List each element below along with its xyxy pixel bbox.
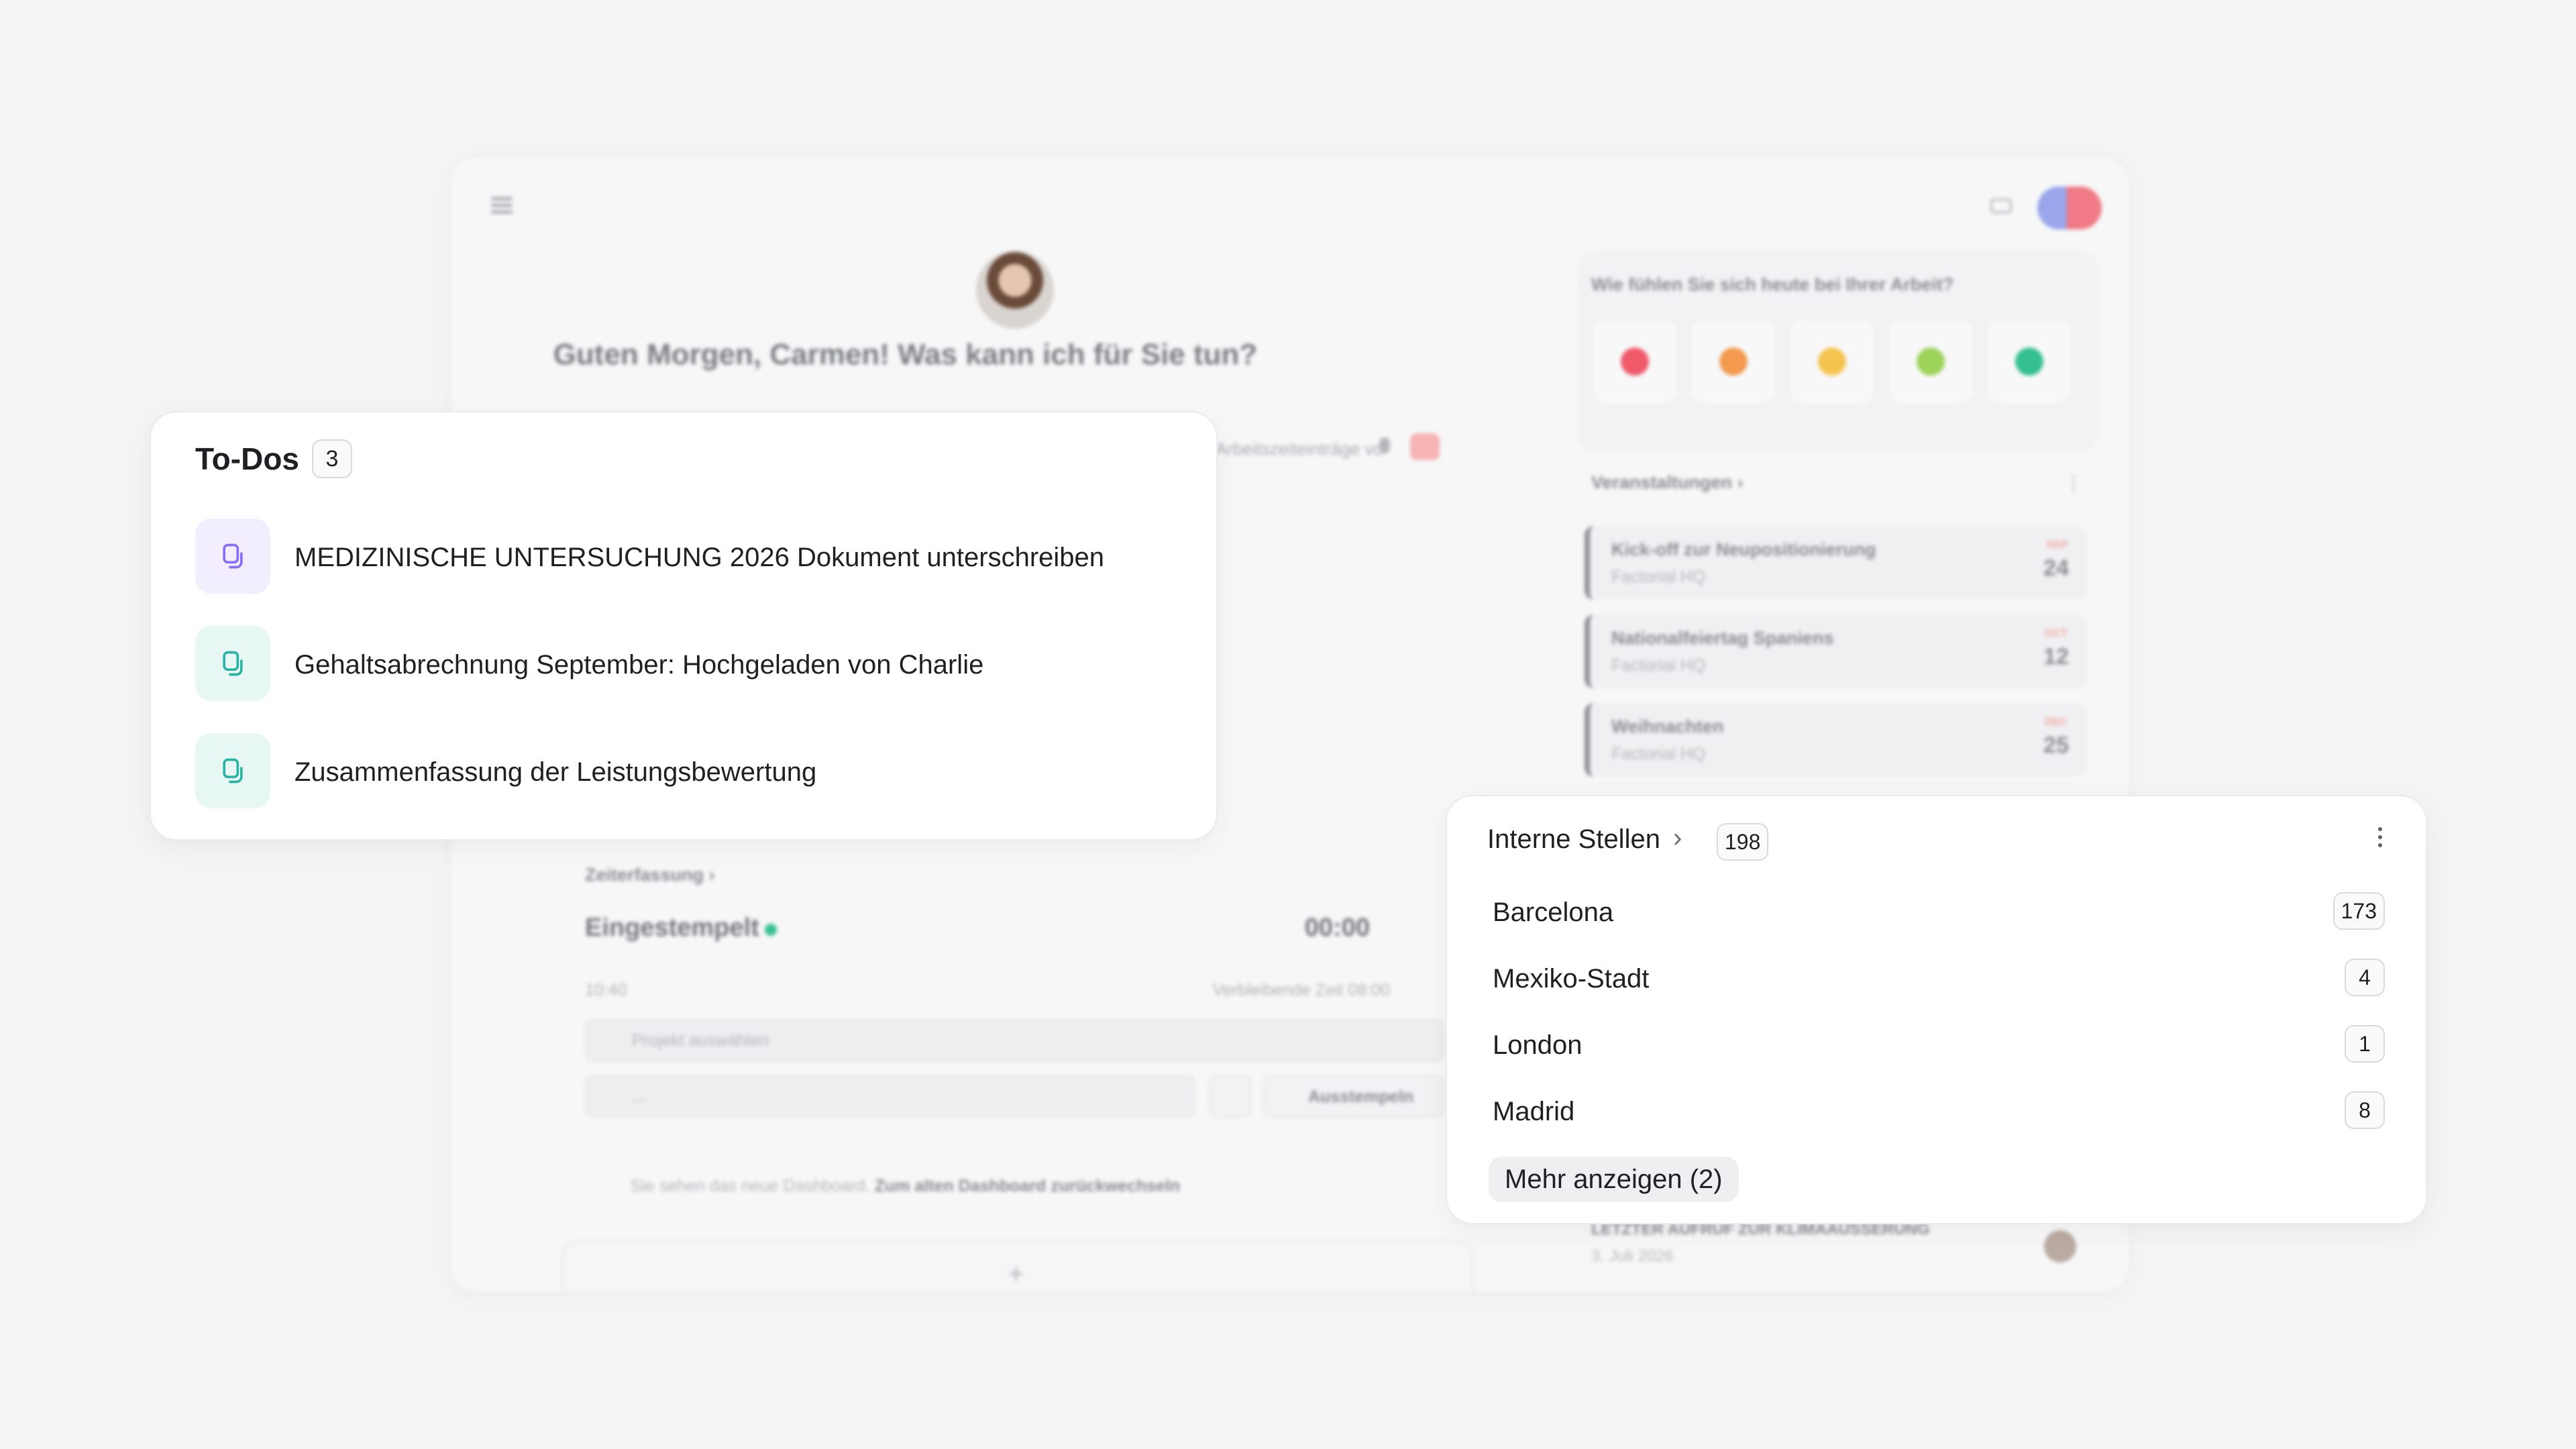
news-date: 3. Juli 2026 xyxy=(1591,1247,1674,1265)
dashboard-note: Sie sehen das neue Dashboard. Zum alten … xyxy=(630,1177,1181,1195)
event-row[interactable]: Kick-off zur Neupositionierung Factorial… xyxy=(1585,526,2088,600)
todo-icon-tile xyxy=(195,733,270,808)
time-tracking-title[interactable]: Zeiterfassung › xyxy=(585,865,715,885)
todo-text: MEDIZINISCHE UNTERSUCHUNG 2026 Dokument … xyxy=(294,543,1105,572)
start-time: 10:40 xyxy=(585,981,627,1000)
todo-text: Gehaltsabrechnung September: Hochgeladen… xyxy=(294,650,984,680)
mood-option-2[interactable] xyxy=(1690,318,1777,405)
internal-postings-card: Interne Stellen › 198 Barcelona 173 Mexi… xyxy=(1446,795,2427,1224)
location-row-barcelona[interactable]: Barcelona 173 xyxy=(1493,892,2385,932)
face-neutral-icon xyxy=(1818,347,1846,376)
pause-button[interactable] xyxy=(1209,1075,1252,1118)
event-row[interactable]: Weihnachten Factorial HQ DEC 25 xyxy=(1585,703,2088,777)
location-row-london[interactable]: London 1 xyxy=(1493,1025,2385,1065)
todos-count-badge: 3 xyxy=(312,439,352,478)
location-name: Mexiko-Stadt xyxy=(1493,964,1650,994)
mood-option-3[interactable] xyxy=(1788,318,1876,405)
todo-icon-tile xyxy=(195,519,270,594)
document-icon xyxy=(223,758,243,784)
menu-icon[interactable] xyxy=(491,197,513,213)
mood-option-5[interactable] xyxy=(1986,318,2073,405)
event-row[interactable]: Nationalfeiertag Spaniens Factorial HQ O… xyxy=(1585,614,2088,688)
internal-postings-title[interactable]: Interne Stellen xyxy=(1487,824,1660,855)
face-happy-icon xyxy=(1917,347,1945,376)
todo-item[interactable]: Zusammenfassung der Leistungsbewertung xyxy=(195,733,1168,808)
avatar xyxy=(976,251,1054,329)
more-icon[interactable]: ⋮ xyxy=(2064,472,2083,494)
location-name: Barcelona xyxy=(1493,898,1614,927)
clock-status: Eingestempelt xyxy=(585,914,759,942)
window-icon[interactable] xyxy=(1990,199,2012,213)
location-row-madrid[interactable]: Madrid 8 xyxy=(1493,1091,2385,1132)
location-row-mexiko-stadt[interactable]: Mexiko-Stadt 4 xyxy=(1493,959,2385,999)
location-count-badge: 1 xyxy=(2345,1025,2385,1063)
postings-count-badge: 198 xyxy=(1717,823,1769,861)
location-count-badge: 4 xyxy=(2345,959,2385,996)
location-count-badge: 173 xyxy=(2332,892,2385,930)
document-icon xyxy=(223,543,243,569)
show-more-button[interactable]: Mehr anzeigen (2) xyxy=(1489,1157,1739,1202)
old-dashboard-link[interactable]: Zum alten Dashboard zurückwechseln xyxy=(875,1177,1181,1195)
clock-out-button[interactable]: Ausstempeln xyxy=(1263,1075,1444,1118)
status-dot xyxy=(765,924,777,936)
location-name: Madrid xyxy=(1493,1097,1575,1126)
user-avatar[interactable] xyxy=(2037,186,2102,229)
todo-icon-tile xyxy=(195,626,270,701)
todos-title: To-Dos xyxy=(195,441,300,476)
mood-option-4[interactable] xyxy=(1887,318,1974,405)
events-title[interactable]: Veranstaltungen › xyxy=(1591,472,1743,493)
elapsed-time: 00:00 xyxy=(1304,914,1370,942)
remaining-time: Verbleibende Zeit 08:00 xyxy=(1212,981,1390,1000)
add-widget-button[interactable]: + xyxy=(561,1240,1474,1291)
todo-item[interactable]: Gehaltsabrechnung September: Hochgeladen… xyxy=(195,626,1168,701)
more-vertical-icon[interactable] xyxy=(2378,827,2382,847)
microphone-icon[interactable] xyxy=(1379,437,1390,453)
mood-question: Wie fühlen Sie sich heute bei Ihrer Arbe… xyxy=(1591,274,1954,294)
send-button[interactable] xyxy=(1410,433,1440,460)
document-icon xyxy=(223,651,243,676)
location-select[interactable]: ... xyxy=(585,1075,1195,1118)
avatar xyxy=(2044,1230,2076,1263)
mood-option-1[interactable] xyxy=(1591,318,1678,405)
face-sad-icon xyxy=(1719,347,1748,376)
location-count-badge: 8 xyxy=(2345,1091,2385,1129)
location-name: London xyxy=(1493,1030,1582,1060)
todo-item[interactable]: MEDIZINISCHE UNTERSUCHUNG 2026 Dokument … xyxy=(195,519,1168,594)
chevron-right-icon[interactable]: › xyxy=(1673,823,1682,853)
todo-text: Zusammenfassung der Leistungsbewertung xyxy=(294,757,817,787)
project-select[interactable]: Projekt auswählen xyxy=(585,1019,1444,1062)
face-very-sad-icon xyxy=(1621,347,1649,376)
todos-card: To-Dos 3 MEDIZINISCHE UNTERSUCHUNG 2026 … xyxy=(150,411,1218,841)
assistant-input-hint[interactable]: Arbeitszeiteinträge vo xyxy=(1216,439,1383,460)
greeting: Guten Morgen, Carmen! Was kann ich für S… xyxy=(553,338,1258,371)
face-very-happy-icon xyxy=(2015,347,2043,376)
